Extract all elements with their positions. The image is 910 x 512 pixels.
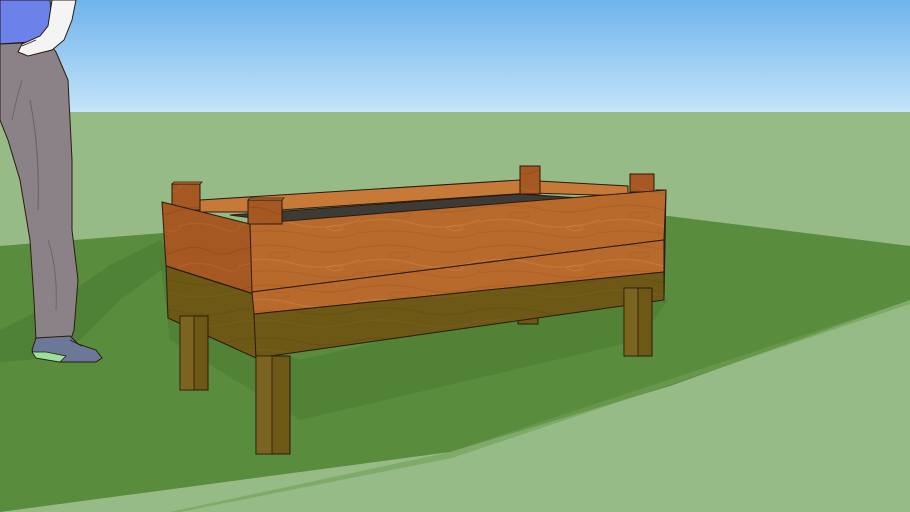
planter-post-front-left <box>247 197 285 225</box>
sky <box>0 0 910 112</box>
planter-leg-front-right <box>623 287 653 357</box>
planter-leg-front-left <box>255 355 291 455</box>
planter-leg-back-left <box>179 315 209 391</box>
scene-canvas <box>0 0 910 512</box>
sketchup-viewport[interactable] <box>0 0 910 512</box>
